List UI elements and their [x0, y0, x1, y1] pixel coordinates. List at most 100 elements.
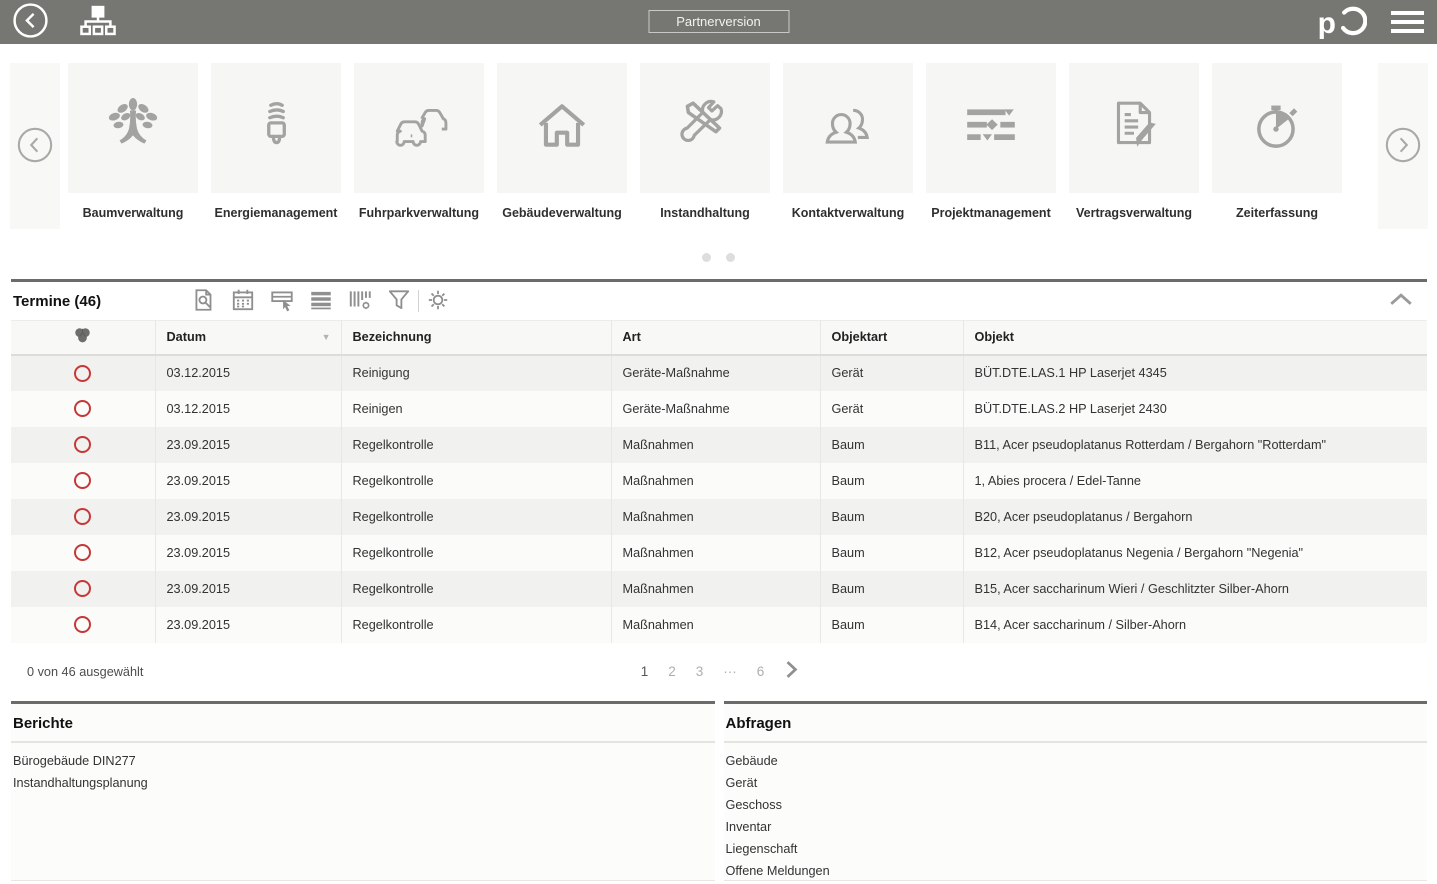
table-footer: 0 von 46 ausgewählt 1 2 3 ··· 6	[11, 643, 1427, 701]
cell-bezeichnung: Regelkontrolle	[341, 571, 611, 607]
cell-datum: 23.09.2015	[155, 499, 341, 535]
cell-objektart: Baum	[820, 571, 963, 607]
module-label: Energiemanagement	[211, 206, 341, 220]
next-page-button[interactable]	[784, 660, 797, 684]
cell-datum: 03.12.2015	[155, 391, 341, 427]
status-circle-icon[interactable]	[74, 400, 91, 417]
cell-datum: 23.09.2015	[155, 571, 341, 607]
cell-art: Maßnahmen	[611, 463, 820, 499]
module-tile[interactable]: Kontaktverwaltung	[783, 63, 913, 220]
status-circle-icon[interactable]	[74, 544, 91, 561]
abfrage-item[interactable]: Gerät	[726, 776, 1428, 798]
cell-objekt: B11, Acer pseudoplatanus Rotterdam / Ber…	[963, 427, 1427, 463]
pager-dot[interactable]	[702, 253, 711, 262]
status-circle-icon[interactable]	[74, 580, 91, 597]
sitemap-button[interactable]	[79, 5, 117, 39]
termine-table: Datum ▼ Bezeichnung Art Objektart Objekt…	[11, 320, 1427, 643]
status-circle-icon[interactable]	[74, 508, 91, 525]
cell-objektart: Baum	[820, 463, 963, 499]
abfrage-item[interactable]: Offene Meldungen	[726, 864, 1428, 884]
cell-bezeichnung: Reinigen	[341, 391, 611, 427]
table-row[interactable]: 03.12.2015 Reinigen Geräte-Maßnahme Gerä…	[11, 391, 1427, 427]
table-header-row: Datum ▼ Bezeichnung Art Objektart Objekt	[11, 321, 1427, 355]
status-column-header[interactable]	[11, 321, 155, 355]
cell-objektart: Baum	[820, 607, 963, 643]
cell-objektart: Gerät	[820, 391, 963, 427]
collapse-panel-button[interactable]	[1389, 293, 1413, 309]
status-circle-icon[interactable]	[74, 436, 91, 453]
toolbar-button[interactable]	[267, 287, 297, 316]
settings-button[interactable]	[423, 287, 453, 316]
table-row[interactable]: 23.09.2015 Regelkontrolle Maßnahmen Baum…	[11, 499, 1427, 535]
cell-art: Maßnahmen	[611, 535, 820, 571]
page-number[interactable]: ···	[723, 664, 737, 679]
cell-art: Maßnahmen	[611, 607, 820, 643]
page-number[interactable]: 3	[696, 664, 704, 679]
selection-count: 0 von 46 ausgewählt	[11, 665, 143, 679]
chevron-up-icon	[1389, 294, 1413, 309]
module-tile[interactable]: Instandhaltung	[640, 63, 770, 220]
toolbar-button[interactable]	[384, 287, 414, 316]
module-tile[interactable]: Vertragsverwaltung	[1069, 63, 1199, 220]
cell-bezeichnung: Regelkontrolle	[341, 607, 611, 643]
termine-panel: Termine (46)	[11, 279, 1427, 701]
toolbar-button[interactable]	[306, 287, 336, 316]
pager-dot[interactable]	[726, 253, 735, 262]
table-row[interactable]: 23.09.2015 Regelkontrolle Maßnahmen Baum…	[11, 535, 1427, 571]
module-tile[interactable]: Gebäudeverwaltung	[497, 63, 627, 220]
status-circle-icon[interactable]	[74, 365, 91, 382]
page-number[interactable]: 2	[668, 664, 676, 679]
toolbar-button[interactable]	[189, 287, 219, 316]
back-icon	[12, 2, 49, 42]
column-header-objektart[interactable]: Objektart	[820, 321, 963, 355]
menu-button[interactable]	[1391, 11, 1424, 33]
module-tile[interactable]: Fuhrparkverwaltung	[354, 63, 484, 220]
termine-rows: 03.12.2015 Reinigung Geräte-Maßnahme Ger…	[11, 355, 1427, 643]
cell-datum: 23.09.2015	[155, 535, 341, 571]
sort-desc-icon[interactable]: ▼	[322, 332, 331, 342]
cell-objekt: B15, Acer saccharinum Wieri / Geschlitzt…	[963, 571, 1427, 607]
module-label: Vertragsverwaltung	[1069, 206, 1199, 220]
app-logo: p	[1318, 3, 1367, 42]
carousel-next-button[interactable]	[1378, 63, 1428, 229]
abfrage-item[interactable]: Geschoss	[726, 798, 1428, 820]
bericht-item[interactable]: Instandhaltungsplanung	[13, 776, 715, 798]
module-label: Gebäudeverwaltung	[497, 206, 627, 220]
toolbar-button[interactable]	[345, 287, 375, 316]
cell-datum: 23.09.2015	[155, 463, 341, 499]
bericht-item[interactable]: Bürogebäude DIN277	[13, 754, 715, 776]
contacts-icon	[819, 97, 877, 160]
cell-objekt: B14, Acer saccharinum / Silber-Ahorn	[963, 607, 1427, 643]
partnerversion-button[interactable]: Partnerversion	[648, 10, 789, 33]
column-header-bezeichnung[interactable]: Bezeichnung	[341, 321, 611, 355]
module-tile[interactable]: Projektmanagement	[926, 63, 1056, 220]
table-row[interactable]: 23.09.2015 Regelkontrolle Maßnahmen Baum…	[11, 427, 1427, 463]
table-row[interactable]: 23.09.2015 Regelkontrolle Maßnahmen Baum…	[11, 463, 1427, 499]
status-circle-icon[interactable]	[74, 616, 91, 633]
carousel-prev-button[interactable]	[10, 63, 60, 229]
table-row[interactable]: 23.09.2015 Regelkontrolle Maßnahmen Baum…	[11, 607, 1427, 643]
column-header-objekt[interactable]: Objekt	[963, 321, 1427, 355]
table-row[interactable]: 03.12.2015 Reinigung Geräte-Maßnahme Ger…	[11, 355, 1427, 391]
module-tile[interactable]: Energiemanagement	[211, 63, 341, 220]
status-circle-icon[interactable]	[74, 472, 91, 489]
module-tile[interactable]: Baumverwaltung	[68, 63, 198, 220]
module-tile[interactable]: Zeiterfassung	[1212, 63, 1342, 220]
toolbar-button[interactable]	[228, 287, 258, 316]
table-row[interactable]: 23.09.2015 Regelkontrolle Maßnahmen Baum…	[11, 571, 1427, 607]
cell-art: Geräte-Maßnahme	[611, 391, 820, 427]
cell-objekt: B20, Acer pseudoplatanus / Bergahorn	[963, 499, 1427, 535]
page-number[interactable]: 6	[757, 664, 765, 679]
column-header-datum[interactable]: Datum ▼	[155, 321, 341, 355]
sliders-icon	[962, 97, 1020, 160]
module-label: Kontaktverwaltung	[783, 206, 913, 220]
cell-objekt: BÜT.DTE.LAS.1 HP Laserjet 4345	[963, 355, 1427, 391]
column-header-art[interactable]: Art	[611, 321, 820, 355]
abfrage-item[interactable]: Liegenschaft	[726, 842, 1428, 864]
abfragen-panel: Abfragen GebäudeGerätGeschossInventarLie…	[724, 701, 1428, 881]
back-button[interactable]	[12, 2, 49, 42]
berichte-title: Berichte	[11, 704, 715, 743]
abfrage-item[interactable]: Gebäude	[726, 754, 1428, 776]
page-number[interactable]: 1	[641, 664, 649, 679]
abfrage-item[interactable]: Inventar	[726, 820, 1428, 842]
